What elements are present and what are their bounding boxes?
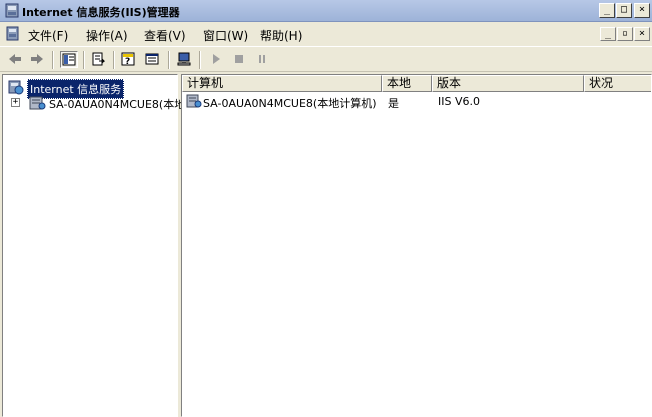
- menu-help[interactable]: 帮助(H): [260, 27, 302, 44]
- window-title: Internet 信息服务(IIS)管理器: [22, 6, 180, 19]
- iis-app-icon: [5, 3, 19, 18]
- start-icon[interactable]: [208, 51, 226, 68]
- server-icon: [27, 95, 47, 114]
- column-header-computer[interactable]: 计算机: [182, 75, 382, 92]
- tree-expander[interactable]: +: [11, 98, 20, 107]
- toolbar-separator: [52, 51, 54, 69]
- column-header-version[interactable]: 版本: [432, 75, 584, 92]
- tree-server-label[interactable]: SA-0AUA0N4MCUE8(本地计: [49, 96, 196, 112]
- pause-icon[interactable]: [254, 51, 272, 68]
- tree-pane[interactable]: Internet 信息服务 + SA-0AUA0N4MCUE8(本地计: [2, 74, 196, 417]
- help-icon[interactable]: ?: [120, 51, 138, 68]
- toolbar-separator: [113, 51, 115, 69]
- forward-arrow-icon[interactable]: [28, 51, 46, 68]
- toolbar-separator: [168, 51, 170, 69]
- minimize-button[interactable]: _: [599, 3, 615, 18]
- child-minimize-button[interactable]: _: [600, 27, 616, 41]
- menu-window[interactable]: 窗口(W): [203, 27, 248, 44]
- iis-root-icon: [7, 79, 25, 98]
- mmc-document-icon[interactable]: [6, 26, 19, 41]
- column-header-local[interactable]: 本地: [382, 75, 432, 92]
- menu-bar: 文件(F) 操作(A) 查看(V) 窗口(W) 帮助(H) _ ▫ ×: [0, 22, 652, 46]
- column-header-status[interactable]: 状况: [584, 75, 651, 92]
- toolbar-separator: [199, 51, 201, 69]
- show-tree-icon[interactable]: [60, 51, 78, 68]
- properties-icon[interactable]: [144, 51, 162, 68]
- child-close-button[interactable]: ×: [634, 27, 650, 41]
- row-computer: SA-0AUA0N4MCUE8(本地计算机): [203, 97, 377, 110]
- close-button[interactable]: ×: [634, 3, 650, 18]
- menu-view[interactable]: 查看(V): [144, 27, 186, 44]
- server-icon: [185, 93, 203, 112]
- stop-icon[interactable]: [231, 51, 249, 68]
- back-arrow-icon[interactable]: [6, 51, 24, 68]
- row-local: 是: [388, 97, 399, 110]
- child-restore-button[interactable]: ▫: [617, 27, 633, 41]
- toolbar-separator: [83, 51, 85, 69]
- maximize-button[interactable]: □: [616, 3, 632, 18]
- list-pane[interactable]: 计算机 本地 版本 状况 SA-0AUA0N4MCUE8(本地计算机) 是 II…: [181, 74, 652, 417]
- svg-text:?: ?: [125, 57, 130, 66]
- title-bar[interactable]: Internet 信息服务(IIS)管理器 _ □ ×: [0, 0, 652, 22]
- menu-action[interactable]: 操作(A): [86, 27, 128, 44]
- toolbar: ?: [0, 46, 652, 72]
- row-version: IIS V6.0: [438, 95, 480, 108]
- menu-file[interactable]: 文件(F): [28, 27, 68, 44]
- connect-computer-icon[interactable]: [176, 51, 194, 68]
- export-list-icon[interactable]: [90, 51, 108, 68]
